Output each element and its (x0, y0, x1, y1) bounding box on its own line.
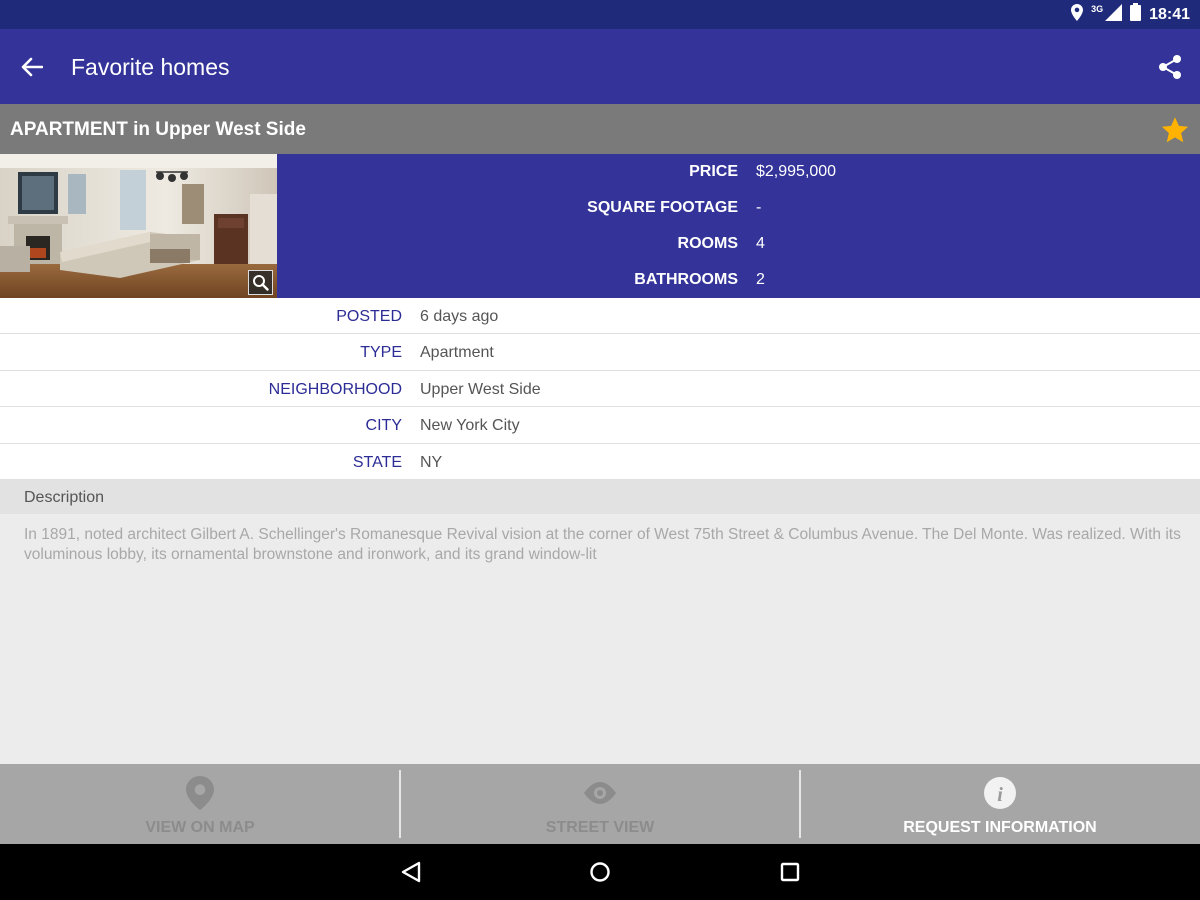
favorite-button[interactable] (1160, 115, 1190, 145)
description-text: In 1891, noted architect Gilbert A. Sche… (24, 526, 1181, 563)
summary-value: 4 (756, 235, 765, 252)
info-icon: i (984, 777, 1016, 809)
listing-photo[interactable] (0, 154, 277, 298)
summary-value: $2,995,000 (756, 163, 837, 180)
detail-value: 6 days ago (420, 308, 499, 325)
detail-row-neighborhood: NEIGHBORHOOD Upper West Side (0, 371, 1200, 408)
request-information-button[interactable]: i REQUEST INFORMATION (800, 764, 1200, 844)
detail-value: NY (420, 453, 443, 471)
listing-header: APARTMENT in Upper West Side (0, 104, 1200, 154)
detail-row-state: STATE NY (0, 444, 1200, 480)
action-label: REQUEST INFORMATION (903, 819, 1097, 836)
listing-title: APARTMENT in Upper West Side (10, 119, 306, 140)
detail-label: NEIGHBORHOOD (268, 380, 402, 398)
detail-row-posted: POSTED 6 days ago (0, 298, 1200, 335)
living-room-photo (0, 154, 277, 298)
action-label: VIEW ON MAP (145, 819, 255, 836)
square-recents-icon (780, 862, 800, 882)
system-nav-bar (0, 844, 1200, 900)
detail-row-city: CITY New York City (0, 407, 1200, 444)
battery-icon (1130, 3, 1142, 26)
summary-label: ROOMS (677, 235, 738, 252)
summary-label: BATHROOMS (634, 271, 738, 288)
action-label: STREET VIEW (545, 819, 655, 836)
back-button[interactable] (14, 49, 50, 85)
summary-row-square-footage: SQUARE FOOTAGE - (277, 190, 1200, 226)
summary-row-rooms: ROOMS 4 (277, 226, 1200, 262)
location-icon (1071, 3, 1084, 26)
magnifier-icon (253, 275, 269, 291)
detail-row-type: TYPE Apartment (0, 334, 1200, 371)
share-button[interactable] (1152, 49, 1188, 85)
network-type: 3G (1091, 3, 1104, 14)
triangle-back-icon (401, 861, 421, 883)
description-header: Description (0, 480, 1200, 514)
detail-label: STATE (352, 453, 402, 471)
description-heading: Description (24, 489, 105, 506)
action-bar: VIEW ON MAP STREET VIEW i REQUEST INFORM… (0, 764, 1200, 844)
detail-label: TYPE (360, 344, 402, 362)
view-on-map-button[interactable]: VIEW ON MAP (0, 764, 400, 844)
page-title: Favorite homes (71, 54, 230, 80)
app-bar: Favorite homes (0, 29, 1200, 104)
status-bar: 3G 18:41 (0, 0, 1200, 29)
summary-label: PRICE (689, 163, 738, 180)
street-view-button[interactable]: STREET VIEW (400, 764, 800, 844)
eye-icon (584, 782, 616, 804)
summary-value: - (756, 199, 762, 216)
map-pin-icon (186, 776, 214, 810)
zoom-button[interactable] (248, 270, 273, 295)
summary-row-price: PRICE $2,995,000 (277, 154, 1200, 190)
detail-value: Upper West Side (420, 380, 541, 398)
detail-label: POSTED (336, 308, 402, 325)
arrow-back-icon (21, 57, 43, 77)
details-list: POSTED 6 days ago TYPE Apartment NEIGHBO… (0, 298, 1200, 480)
listing-summary: PRICE $2,995,000 SQUARE FOOTAGE - ROOMS … (277, 154, 1200, 298)
summary-label: SQUARE FOOTAGE (587, 199, 738, 216)
signal-icon (1105, 3, 1123, 26)
summary-value: 2 (756, 271, 765, 288)
detail-value: Apartment (420, 344, 494, 362)
nav-back-button[interactable] (396, 858, 426, 886)
star-icon (1161, 117, 1189, 143)
svg-text:i: i (997, 784, 1003, 806)
detail-value: New York City (420, 417, 520, 435)
clock: 18:41 (1149, 5, 1190, 23)
share-icon (1159, 55, 1181, 79)
summary-row-bathrooms: BATHROOMS 2 (277, 262, 1200, 298)
circle-home-icon (590, 862, 610, 882)
nav-home-button[interactable] (585, 858, 615, 886)
nav-recents-button[interactable] (775, 858, 805, 886)
detail-label: CITY (365, 417, 402, 435)
